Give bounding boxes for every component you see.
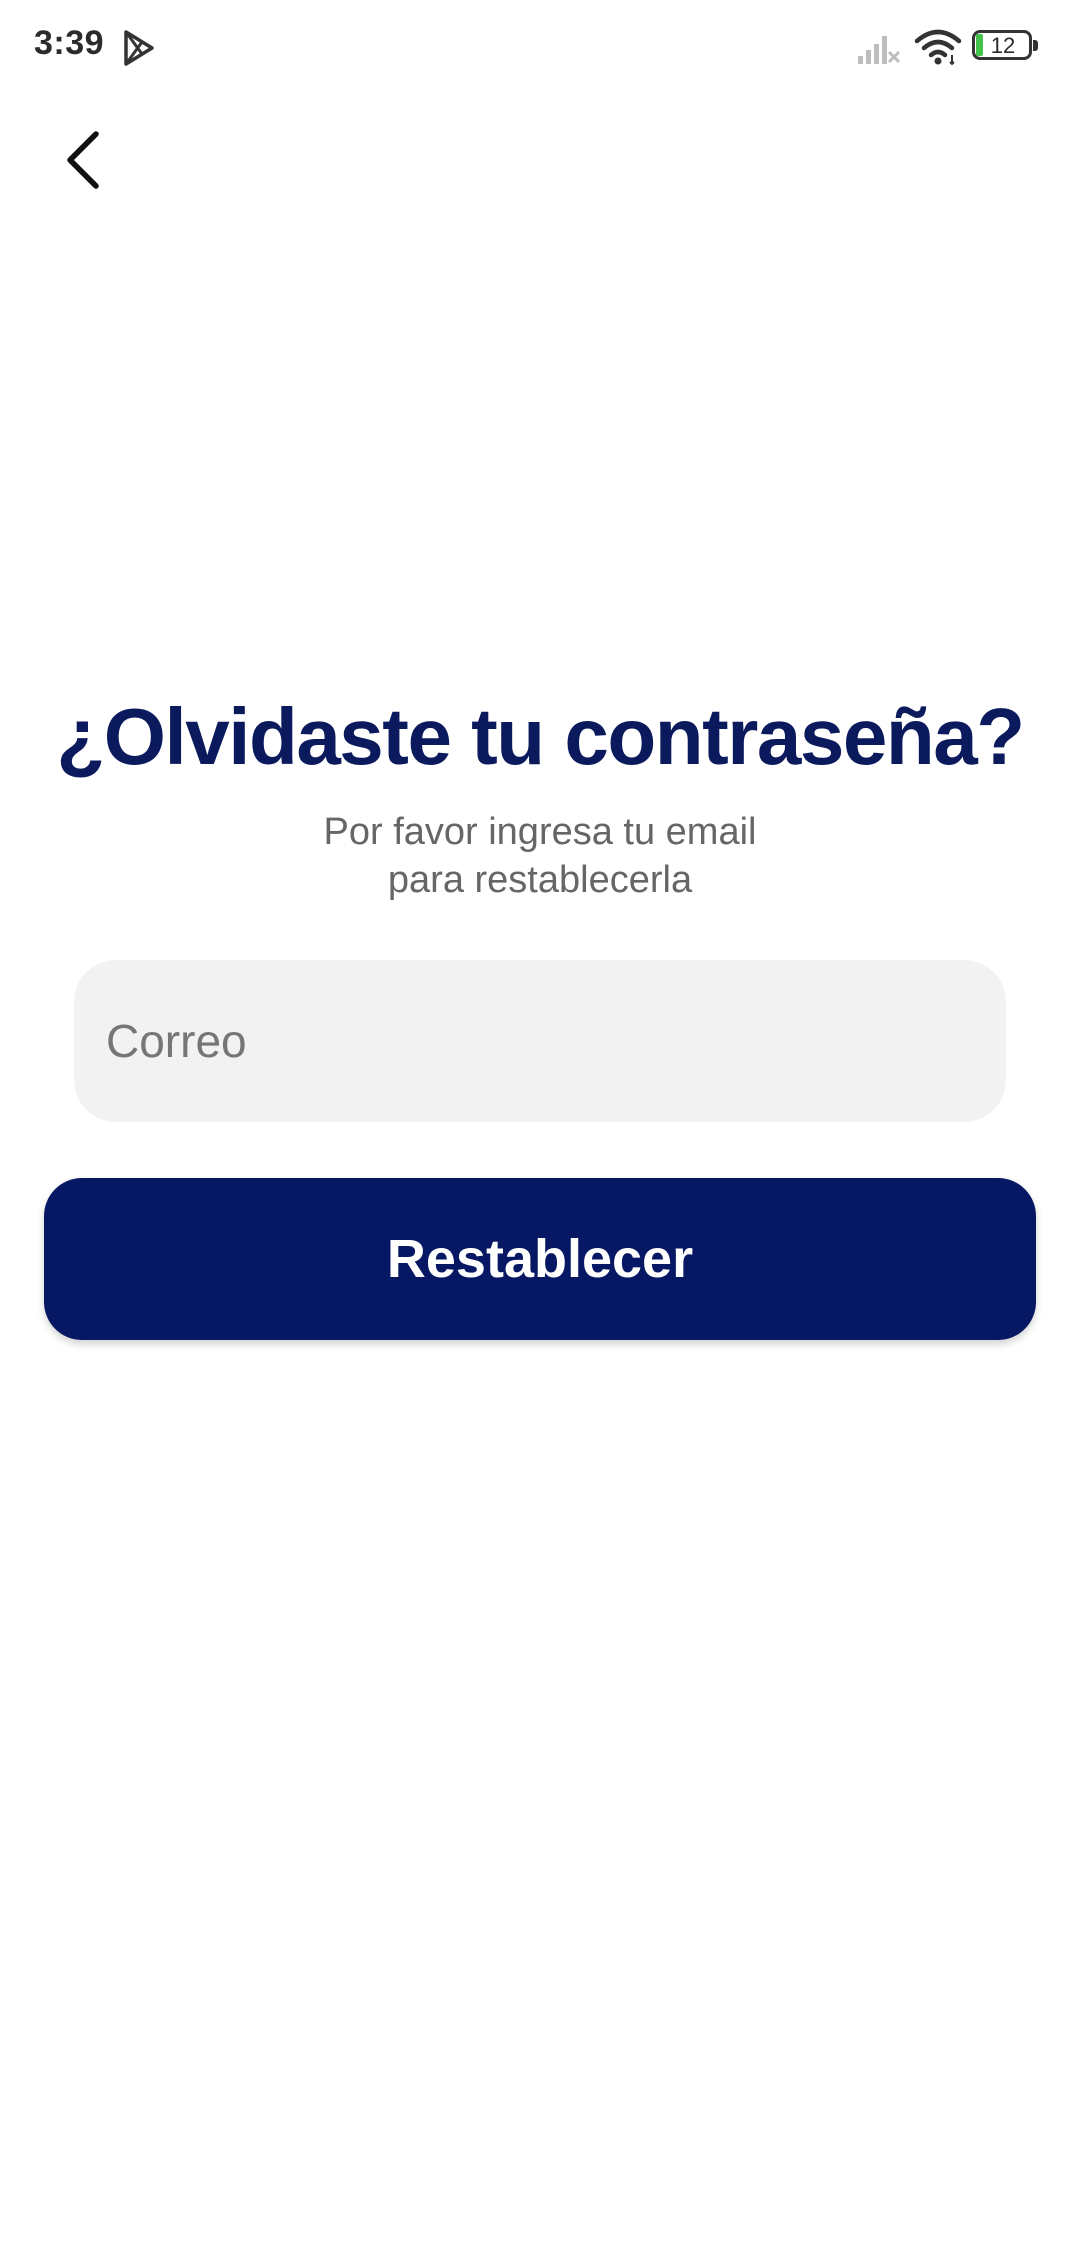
subtitle-line-1: Por favor ingresa tu email — [323, 811, 757, 853]
page-title: ¿Olvidaste tu contraseña? — [56, 692, 1025, 781]
signal-icon — [858, 36, 901, 64]
wifi-icon — [914, 29, 962, 66]
status-time: 3:39 — [34, 24, 105, 62]
battery-level: 12 — [990, 33, 1016, 58]
chevron-left-icon — [67, 131, 99, 189]
subtitle: Por favor ingresa tu email para restable… — [0, 808, 1080, 904]
reset-password-button[interactable]: Restablecer — [44, 1178, 1036, 1340]
email-field[interactable] — [74, 960, 1006, 1122]
status-bar: 3:39 12 — [0, 0, 1080, 96]
battery-icon: 12 — [972, 30, 1040, 64]
back-button[interactable] — [50, 112, 130, 204]
subtitle-line-2: para restablecerla — [387, 859, 693, 901]
play-store-icon — [124, 30, 154, 66]
